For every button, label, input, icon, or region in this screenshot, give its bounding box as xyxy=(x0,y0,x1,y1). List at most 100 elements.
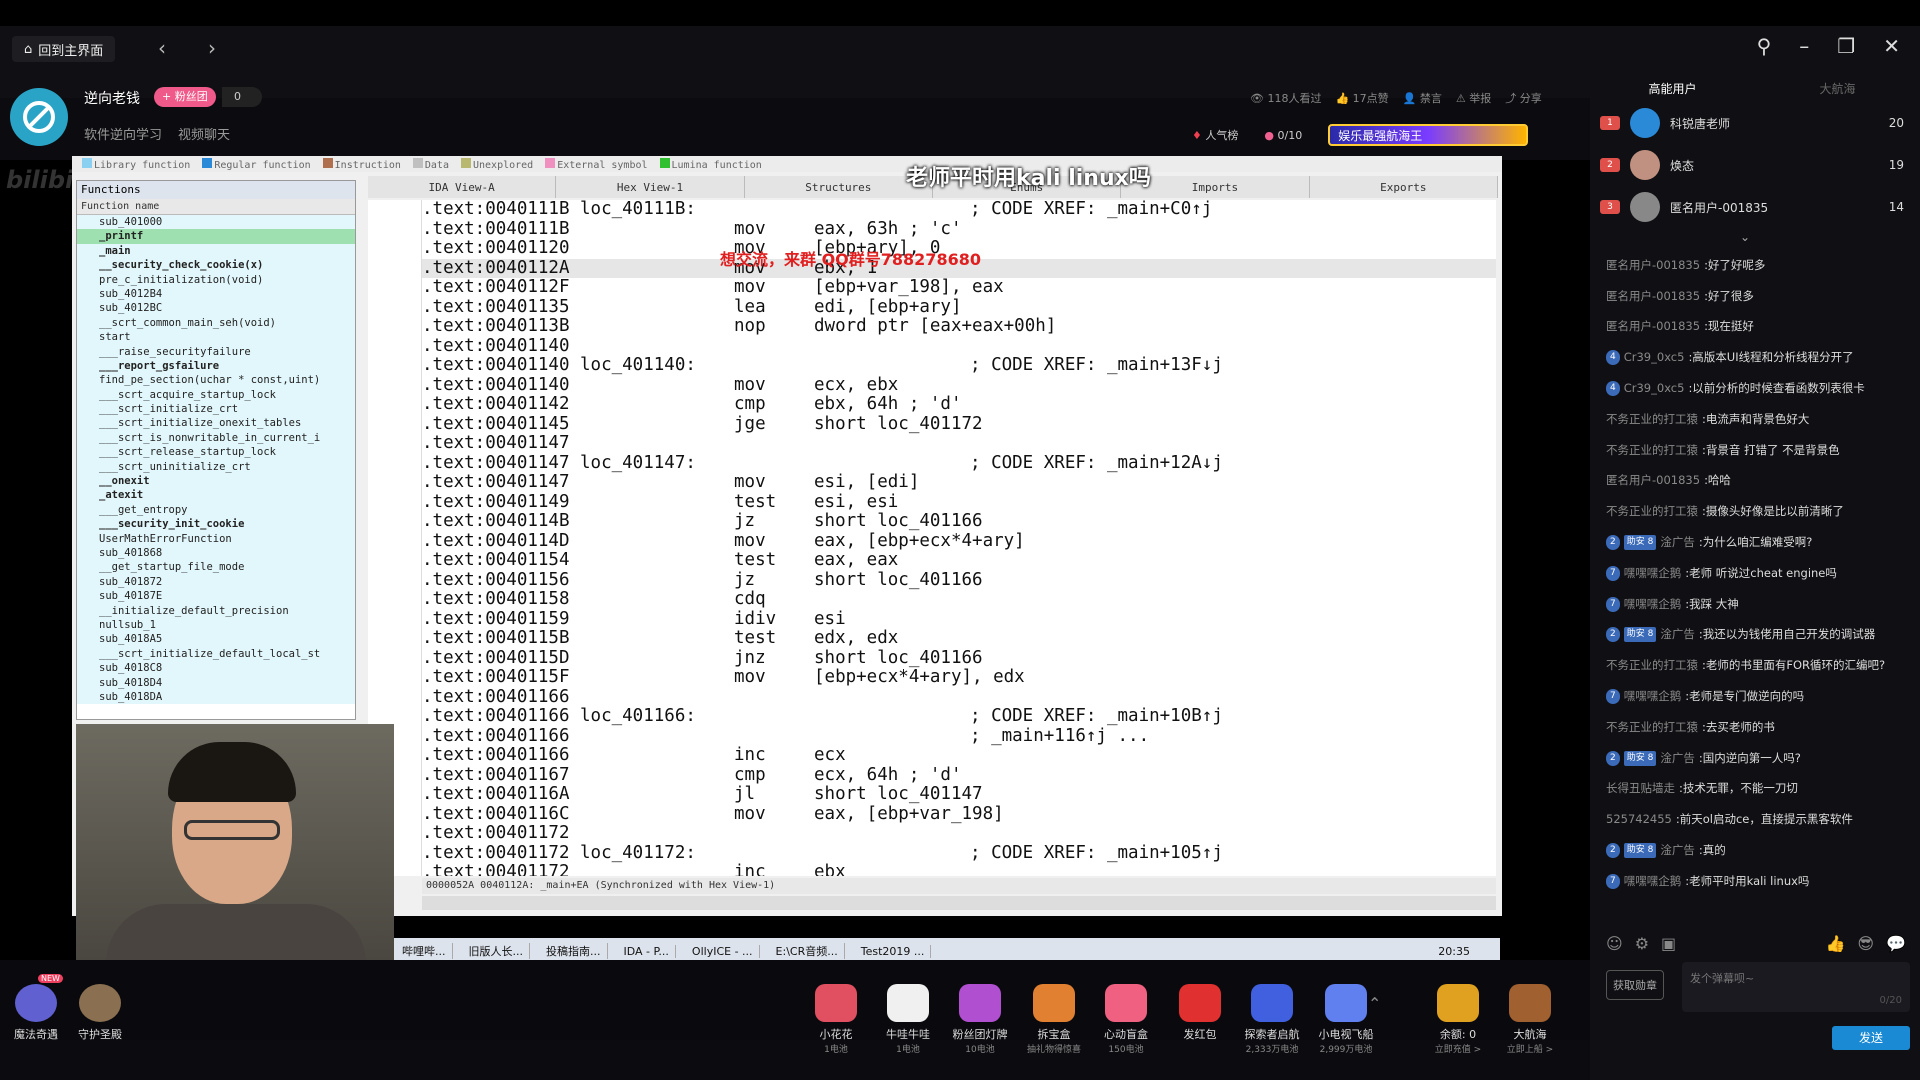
popularity-rank[interactable]: ♦ 人气榜 xyxy=(1192,127,1238,143)
code-line[interactable]: .text:00401140 loc_401140: ; CODE XREF: _m… xyxy=(422,355,1496,376)
gift-item[interactable]: 拆宝盒 抽礼物得惊喜 xyxy=(1022,984,1086,1055)
function-name-header[interactable]: Function name xyxy=(77,199,355,215)
function-item[interactable]: ___raise_securityfailure xyxy=(77,344,355,359)
function-item[interactable]: sub_401868 xyxy=(77,545,355,561)
gift-item[interactable]: 大航海 立即上船 > xyxy=(1498,984,1562,1055)
chat-user[interactable]: 嘿嘿嘿企鹅 xyxy=(1624,566,1682,581)
code-line[interactable]: .text:00401135 lea edi, [ebp+ary] xyxy=(422,297,1496,318)
chevron-down-icon[interactable]: ⌄ xyxy=(1740,230,1750,244)
function-item[interactable]: pre_c_initialization(void) xyxy=(77,272,355,287)
function-item[interactable]: _atexit xyxy=(77,488,355,503)
tag-item[interactable]: 软件逆向学习 xyxy=(84,124,162,143)
get-medal-button[interactable]: 获取勋章 xyxy=(1606,970,1664,1000)
function-item[interactable]: ___report_gsfailure xyxy=(77,358,355,374)
function-item[interactable]: sub_401872 xyxy=(77,574,355,590)
chat-message[interactable]: 2 助安 8 淦广告:为什么咱汇编难受啊? xyxy=(1606,527,1906,558)
horizontal-scrollbar[interactable] xyxy=(422,896,1496,910)
chat-user[interactable]: 淦广告 xyxy=(1660,751,1695,766)
chat-user[interactable]: 匿名用户-001835 xyxy=(1606,319,1700,334)
gift-item[interactable]: 心动盲盒 150电池 xyxy=(1094,984,1158,1055)
code-line[interactable]: .text:0040111B loc_40111B: ; CODE XREF: _m… xyxy=(422,200,1496,220)
code-line[interactable]: .text:00401147 mov esi, [edi] xyxy=(422,472,1496,493)
streamer-avatar[interactable] xyxy=(10,88,68,146)
chat-message[interactable]: 525742455:前天ol启动ce，直接提示黑客软件 xyxy=(1606,804,1906,835)
function-item[interactable]: nullsub_1 xyxy=(77,617,355,633)
chat-user[interactable]: 不务正业的打工猿 xyxy=(1606,504,1698,519)
chat-user[interactable]: 长得丑贴墙走 xyxy=(1606,781,1675,796)
avatar[interactable] xyxy=(1630,192,1660,222)
danmaku-input[interactable]: 发个弹幕呗~ 0/20 xyxy=(1682,962,1910,1012)
code-line[interactable]: .text:0040114B jz short loc_401166 xyxy=(422,511,1496,532)
function-item[interactable]: sub_40187E xyxy=(77,589,355,604)
mute-button[interactable]: 👤 禁言 xyxy=(1403,90,1442,106)
function-item[interactable]: sub_4018D4 xyxy=(77,675,355,690)
code-line[interactable]: .text:0040112F mov [ebp+var_198], eax xyxy=(422,277,1496,298)
chat-user[interactable]: 525742455 xyxy=(1606,812,1672,827)
function-item[interactable]: ___scrt_initialize_default_local_st xyxy=(77,646,355,662)
code-line[interactable]: .text:00401147 xyxy=(422,433,1496,454)
send-button[interactable]: 发送 xyxy=(1832,1026,1910,1050)
top-user-row[interactable]: 2 焕态 19 xyxy=(1600,148,1910,182)
pin-icon[interactable]: ⚲ xyxy=(1757,34,1772,58)
chat-message[interactable]: 4 Cr39_0xc5:高版本UI线程和分析线程分开了 xyxy=(1606,342,1906,373)
chat-message[interactable]: 不务正业的打工猿:背景音 打错了 不是背景色 xyxy=(1606,435,1906,466)
chat-user[interactable]: 淦广告 xyxy=(1660,843,1695,858)
taskbar-item[interactable]: Test2019 ... xyxy=(855,944,932,958)
guardian-hall-button[interactable]: 守护圣殿 xyxy=(68,984,132,1042)
taskbar-item[interactable]: 哔哩哔... xyxy=(396,943,453,959)
function-item[interactable]: ___scrt_uninitialize_crt xyxy=(77,459,355,475)
code-line[interactable]: .text:00401142 cmp ebx, 64h ; 'd' xyxy=(422,394,1496,415)
event-banner[interactable]: 娱乐最强航海王 xyxy=(1328,124,1529,146)
gift-item[interactable]: 小花花 1电池 xyxy=(804,984,868,1055)
code-line[interactable]: .text:0040115D jnz short loc_401166 xyxy=(422,648,1496,669)
code-line[interactable]: .text:00401166 loc_401166: ; CODE XREF: _m… xyxy=(422,706,1496,727)
function-item[interactable]: sub_401000 xyxy=(77,215,355,230)
chat-message[interactable]: 不务正业的打工猿:老师的书里面有FOR循环的汇编吧? xyxy=(1606,650,1906,681)
chat-user[interactable]: 嘿嘿嘿企鹅 xyxy=(1624,597,1682,612)
report-button[interactable]: ⚠ 举报 xyxy=(1456,90,1491,106)
tab-hex-view-1[interactable]: Hex View-1 xyxy=(556,176,745,198)
gift-item[interactable]: 探索者启航 2,333万电池 xyxy=(1240,984,1304,1055)
chat-user[interactable]: 不务正业的打工猿 xyxy=(1606,720,1698,735)
function-item[interactable]: start xyxy=(77,330,355,345)
function-item[interactable]: sub_4012BC xyxy=(77,301,355,316)
function-item[interactable]: UserMathErrorFunction xyxy=(77,531,355,546)
avatar[interactable] xyxy=(1630,150,1660,180)
function-item[interactable]: ___scrt_initialize_crt xyxy=(77,402,355,417)
gallery-icon[interactable]: ▣ xyxy=(1661,934,1676,953)
function-item[interactable]: sub_4018C8 xyxy=(77,661,355,676)
chat-user[interactable]: Cr39_0xc5 xyxy=(1624,381,1685,396)
function-item[interactable]: ___security_init_cookie xyxy=(77,517,355,532)
function-item[interactable]: __get_startup_file_mode xyxy=(77,560,355,575)
code-line[interactable]: .text:00401172 loc_401172: ; CODE XREF: _m… xyxy=(422,843,1496,864)
function-item[interactable]: _printf xyxy=(77,229,355,244)
function-item[interactable]: _main xyxy=(77,243,355,259)
chat-message[interactable]: 不务正业的打工猿:去买老师的书 xyxy=(1606,712,1906,743)
user-name[interactable]: 匿名用户-001835 xyxy=(1670,199,1768,216)
chat-message[interactable]: 7 嘿嘿嘿企鹅:老师平时用kali linux吗 xyxy=(1606,866,1906,897)
chat-message[interactable]: 7 嘿嘿嘿企鹅:我踩 大神 xyxy=(1606,589,1906,620)
code-line[interactable]: .text:0040116C mov eax, [ebp+var_198] xyxy=(422,804,1496,825)
code-line[interactable]: .text:00401140 mov ecx, ebx xyxy=(422,375,1496,396)
chevron-up-icon[interactable]: ⌃ xyxy=(1368,994,1381,1013)
function-item[interactable]: __initialize_default_precision xyxy=(77,603,355,618)
code-line[interactable]: .text:00401147 loc_401147: ; CODE XREF: _m… xyxy=(422,453,1496,474)
function-item[interactable]: __scrt_common_main_seh(void) xyxy=(77,315,355,331)
chat-user[interactable]: 匿名用户-001835 xyxy=(1606,289,1700,304)
function-item[interactable]: ___scrt_is_nonwritable_in_current_i xyxy=(77,430,355,446)
likes-stat[interactable]: 👍 17点赞 xyxy=(1335,90,1388,106)
gift-item[interactable]: 余额: 0 立即充值 > xyxy=(1426,984,1490,1055)
tab-ida-view-a[interactable]: IDA View-A xyxy=(368,176,557,198)
close-icon[interactable]: ✕ xyxy=(1883,34,1900,58)
code-line[interactable]: .text:00401166 xyxy=(422,687,1496,708)
chat-user[interactable]: 嘿嘿嘿企鹅 xyxy=(1624,689,1682,704)
tab-structures[interactable]: Structures xyxy=(745,176,933,198)
taskbar-item[interactable]: OllyICE - ... xyxy=(686,944,760,958)
user-name[interactable]: 科锐唐老师 xyxy=(1670,115,1730,132)
chat-user[interactable]: 不务正业的打工猿 xyxy=(1606,412,1698,427)
chat-user[interactable]: 嘿嘿嘿企鹅 xyxy=(1624,874,1682,889)
share-button[interactable]: ⤴ 分享 xyxy=(1505,90,1542,106)
message-icon[interactable]: 💬 xyxy=(1886,934,1906,953)
code-line[interactable]: .text:00401145 jge short loc_401172 xyxy=(422,414,1496,435)
chat-user[interactable]: 淦广告 xyxy=(1660,627,1695,642)
